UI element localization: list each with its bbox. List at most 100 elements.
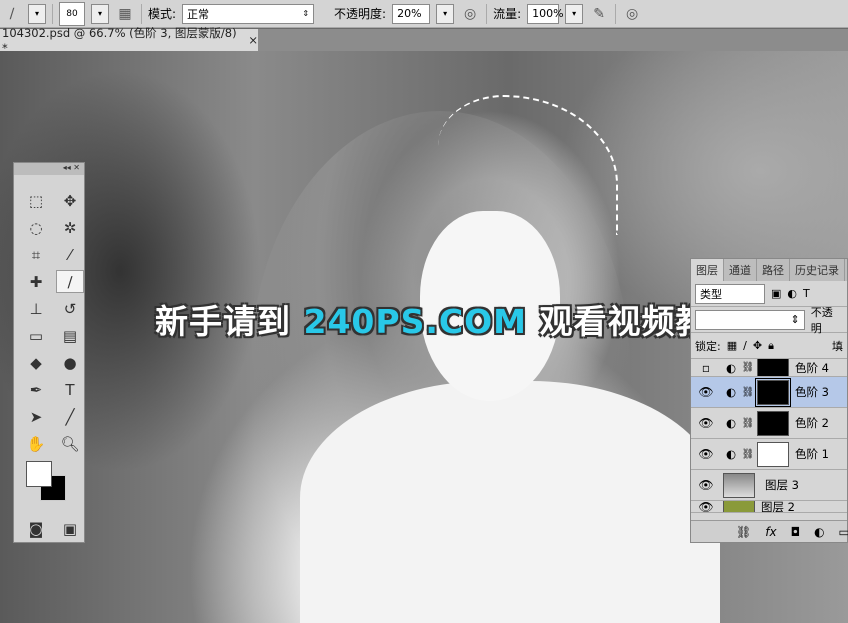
link-layers-icon[interactable]: ⛓ <box>736 525 751 539</box>
quick-mask-icon[interactable]: ◙ <box>22 517 50 540</box>
link-icon[interactable]: ⛓ <box>741 362 755 373</box>
flow-input[interactable]: 100% <box>527 3 564 24</box>
lock-all-icon[interactable]: 🔒︎ <box>768 339 774 353</box>
brush-tool-icon[interactable]: ∕ <box>2 4 22 24</box>
eye-icon[interactable]: 👁︎ <box>691 501 721 512</box>
eye-icon[interactable]: 👁︎ <box>691 478 721 492</box>
adjustment-icon: ◐ <box>725 447 737 461</box>
layer-name: 色阶 2 <box>795 416 829 430</box>
image-filter-icon[interactable]: ▣ <box>771 287 781 300</box>
magic-wand-icon[interactable]: ✲ <box>56 216 84 239</box>
opacity-input[interactable]: 20% <box>392 3 431 24</box>
history-brush-icon[interactable]: ↺ <box>56 297 84 320</box>
type-filter-icon[interactable]: T <box>803 287 810 300</box>
tool-preset-dropdown[interactable]: ▾ <box>28 3 46 24</box>
divider <box>615 3 617 24</box>
options-bar: ∕ ▾ 80 ▾ ▦ 模式: 正常 ⇕ 不透明度: 20% ▾ ◎ 流量: 100… <box>0 0 848 28</box>
brush-picker-dropdown[interactable]: ▾ <box>91 3 109 24</box>
brush-size-picker[interactable]: 80 <box>59 1 85 26</box>
tab-paths[interactable]: 路径 <box>757 259 790 281</box>
eraser-icon[interactable]: ▭ <box>22 324 50 347</box>
mode-value: 正常 <box>187 7 210 21</box>
photo-body <box>300 381 720 623</box>
layer-row[interactable]: 👁︎ 图层 2 <box>691 501 847 513</box>
healing-brush-icon[interactable]: ✚ <box>22 270 50 293</box>
layer-mask-thumb[interactable] <box>755 377 791 407</box>
mode-label: 模式: <box>148 7 177 21</box>
pen-tool-icon[interactable]: ✒ <box>22 378 50 401</box>
move-tool-icon[interactable]: ✥ <box>56 189 84 212</box>
lock-paint-icon[interactable]: ∕ <box>743 339 747 352</box>
layer-mask-thumb[interactable] <box>757 410 789 436</box>
new-adjustment-icon[interactable]: ◐ <box>814 525 824 539</box>
marquee-tool-icon[interactable]: ⬚ <box>22 189 50 212</box>
layer-thumb[interactable] <box>723 472 755 498</box>
eye-icon[interactable]: 👁︎ <box>691 416 721 430</box>
watermark-site: 240PS.COM <box>303 302 527 341</box>
fill-label: 填 <box>832 339 843 353</box>
lasso-tool-icon[interactable]: ◌ <box>22 216 50 239</box>
filter-kind-select[interactable]: 类型 <box>695 283 765 304</box>
divider <box>141 3 142 24</box>
layer-name: 图层 3 <box>765 478 799 492</box>
blur-tool-icon[interactable]: ◆ <box>22 351 50 374</box>
document-tab-bar: 104302.psd @ 66.7% (色阶 3, 图层蒙版/8) * × <box>0 26 848 55</box>
crop-tool-icon[interactable]: ⌗ <box>22 243 50 266</box>
foreground-color[interactable] <box>26 461 52 487</box>
eye-icon[interactable]: 👁︎ <box>691 385 721 399</box>
brush-tool-icon[interactable]: ∕ <box>56 270 84 293</box>
flow-label: 流量: <box>493 7 522 21</box>
pressure-size-icon[interactable]: ◎ <box>622 4 642 24</box>
adjustment-icon: ◐ <box>725 360 737 375</box>
clone-stamp-icon[interactable]: ⊥ <box>22 297 50 320</box>
layer-row[interactable]: 👁︎ ◐ ⛓ 色阶 1 <box>691 439 847 470</box>
airbrush-icon[interactable]: ✎ <box>589 4 609 24</box>
adjustment-filter-icon[interactable]: ◐ <box>787 287 797 300</box>
blend-mode-select[interactable]: ⇕ <box>695 309 805 330</box>
layer-name: 图层 2 <box>761 501 795 513</box>
lock-pixels-icon[interactable]: ▦ <box>727 339 737 352</box>
eyedropper-icon[interactable]: ⁄ <box>56 243 84 266</box>
lock-position-icon[interactable]: ✥ <box>753 339 762 352</box>
tab-channels[interactable]: 通道 <box>724 259 757 281</box>
path-select-icon[interactable]: ➤ <box>22 405 50 428</box>
updown-icon: ⇕ <box>302 9 310 18</box>
dodge-tool-icon[interactable]: ● <box>56 351 84 374</box>
opacity-dropdown[interactable]: ▾ <box>436 3 455 24</box>
zoom-tool-icon[interactable]: 🔍︎ <box>56 432 84 455</box>
layer-mask-thumb[interactable] <box>757 359 789 376</box>
tab-history[interactable]: 历史记录 <box>790 259 845 281</box>
fx-icon[interactable]: fx <box>765 525 776 539</box>
layer-mask-thumb[interactable] <box>757 441 789 467</box>
link-icon[interactable]: ⛓ <box>741 418 755 429</box>
line-tool-icon[interactable]: ╱ <box>56 405 84 428</box>
visibility-off[interactable]: ▫ <box>691 361 721 375</box>
document-tab[interactable]: 104302.psd @ 66.7% (色阶 3, 图层蒙版/8) * × <box>0 26 258 55</box>
add-mask-icon[interactable]: ◘ <box>791 525 801 539</box>
layer-row[interactable]: ▫ ◐ ⛓ 色阶 4 <box>691 359 847 377</box>
brush-panel-toggle-icon[interactable]: ▦ <box>115 4 135 24</box>
watermark-part: 新手请到 <box>155 302 304 341</box>
eye-icon[interactable]: 👁︎ <box>691 447 721 461</box>
tools-panel-header[interactable]: ◂◂ ✕ <box>14 163 84 175</box>
close-icon[interactable]: × <box>248 33 258 47</box>
new-group-icon[interactable]: ▭ <box>839 525 848 539</box>
layer-name: 色阶 3 <box>795 385 829 399</box>
flow-dropdown[interactable]: ▾ <box>565 3 584 24</box>
gradient-tool-icon[interactable]: ▤ <box>56 324 84 347</box>
layer-row[interactable]: 👁︎ 图层 3 <box>691 470 847 501</box>
layer-row[interactable]: 👁︎ ◐ ⛓ 色阶 2 <box>691 408 847 439</box>
adjustment-icon: ◐ <box>725 416 737 430</box>
hand-tool-icon[interactable]: ✋ <box>22 432 50 455</box>
screen-mode-icon[interactable]: ▣ <box>56 517 84 540</box>
link-icon[interactable]: ⛓ <box>741 449 755 460</box>
layers-panel-footer: ⛓ fx ◘ ◐ ▭ <box>691 520 848 542</box>
link-icon[interactable]: ⛓ <box>741 387 755 398</box>
type-tool-icon[interactable]: T <box>56 378 84 401</box>
mode-select[interactable]: 正常 ⇕ <box>182 3 315 24</box>
tab-layers[interactable]: 图层 <box>691 259 724 281</box>
adjustment-icon: ◐ <box>725 385 737 399</box>
layer-thumb[interactable] <box>723 501 755 512</box>
layer-row-selected[interactable]: 👁︎ ◐ ⛓ 色阶 3 <box>691 377 847 408</box>
pressure-opacity-icon[interactable]: ◎ <box>460 4 480 24</box>
